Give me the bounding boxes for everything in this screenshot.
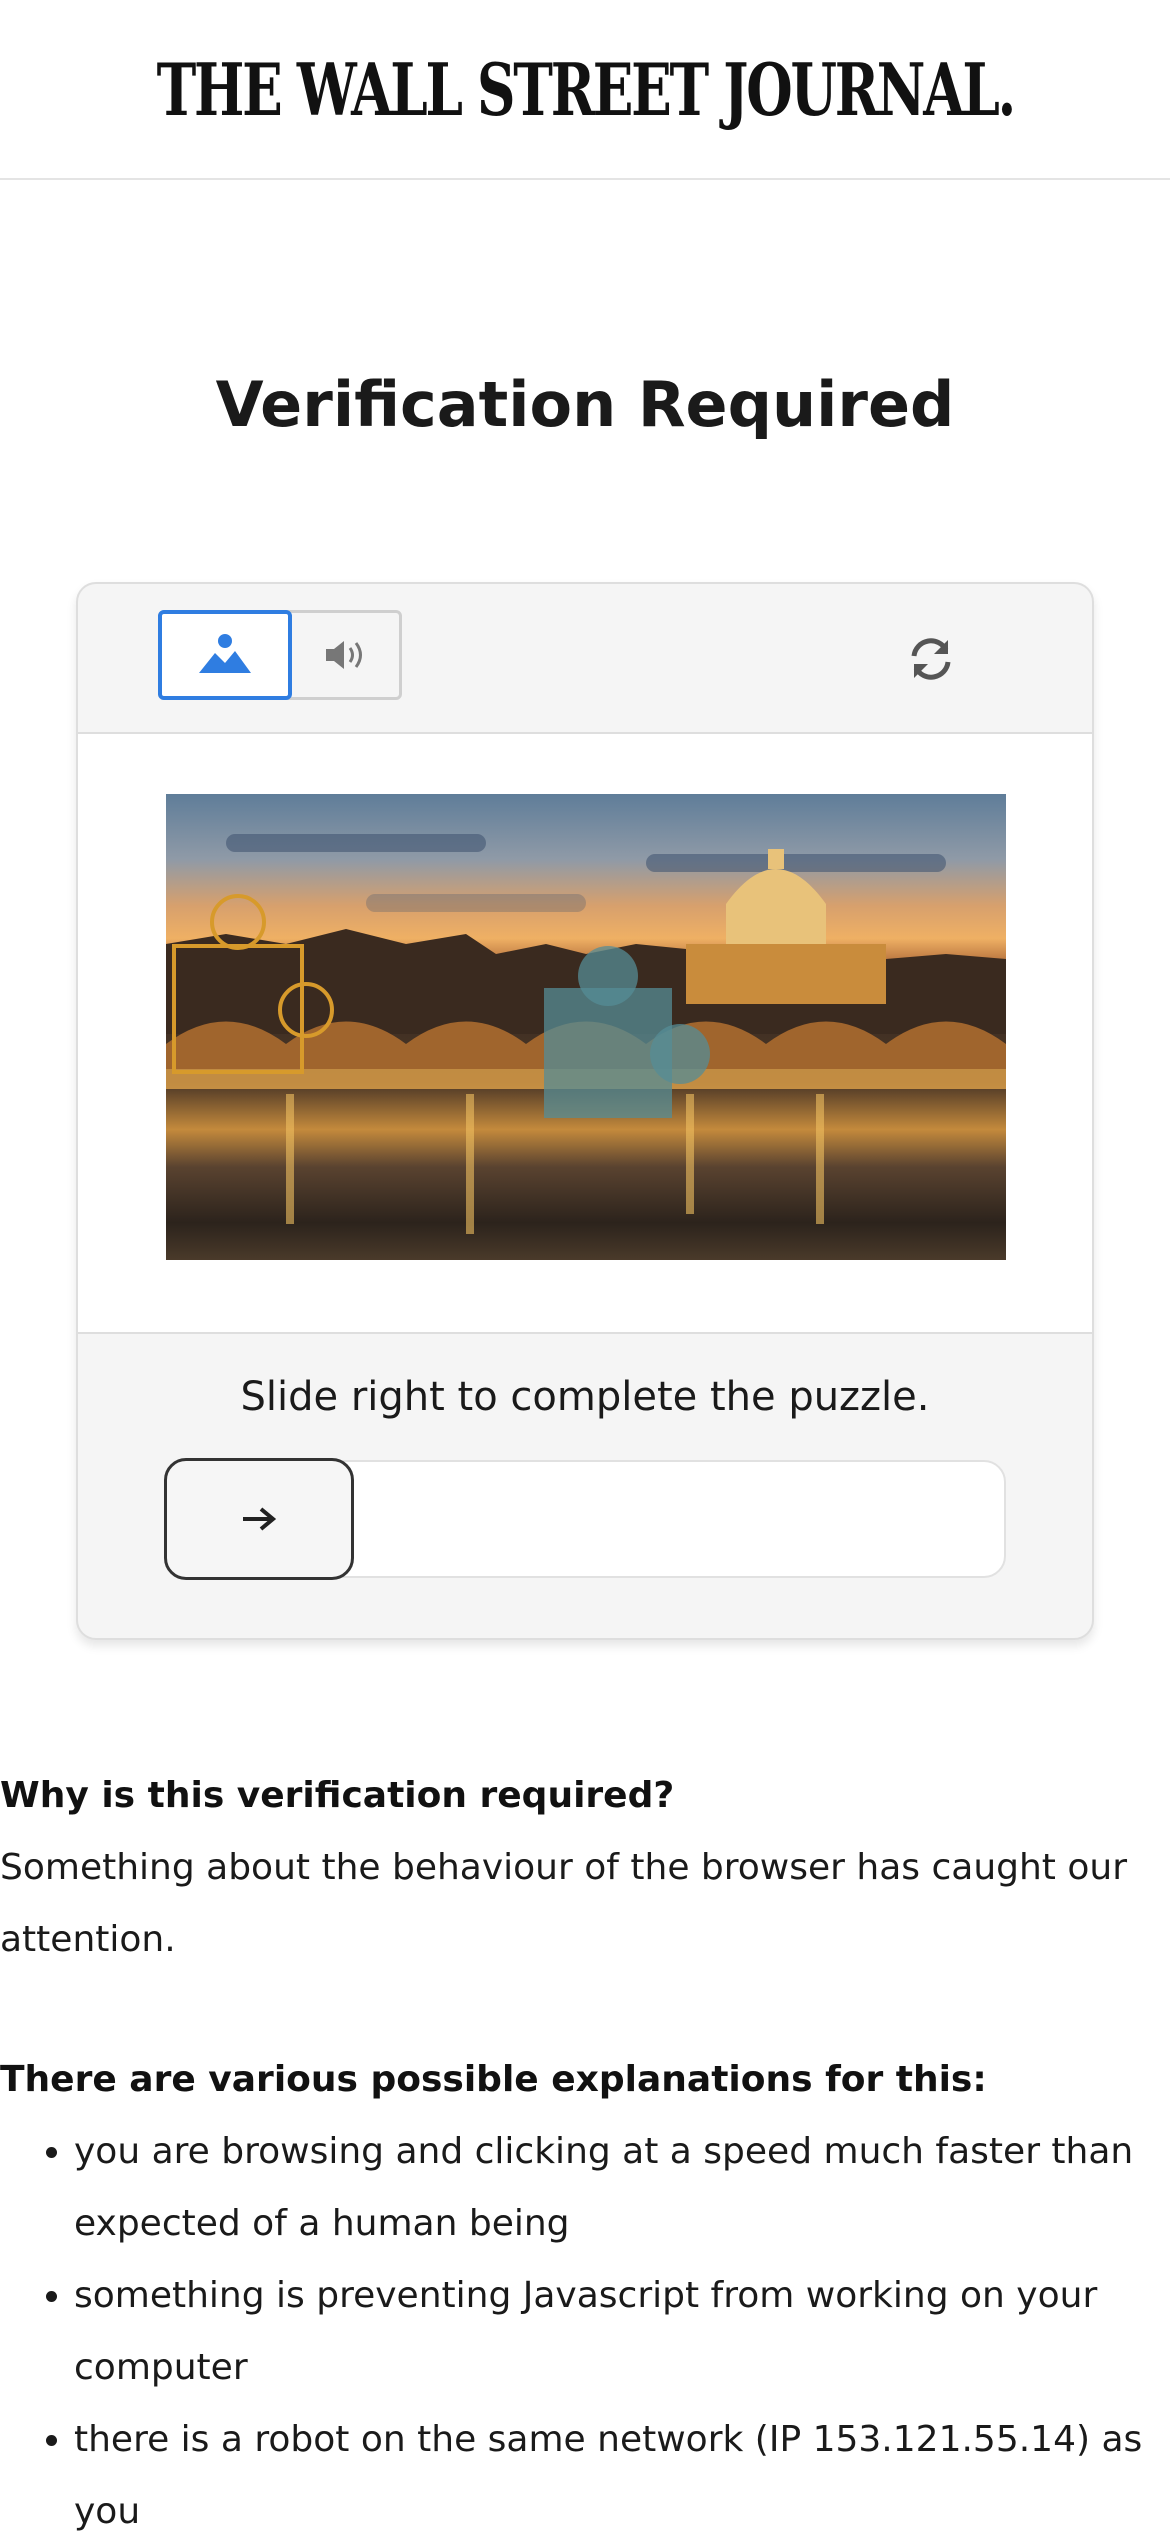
captcha-widget: Slide right to complete the puzzle. <box>76 582 1094 1640</box>
masthead: THE WALL STREET JOURNAL. <box>0 0 1170 180</box>
captcha-mode-toggle <box>158 610 402 700</box>
puzzle-slot-knob <box>650 1024 710 1084</box>
verification-info: Why is this verification required? Somet… <box>0 1760 1170 2548</box>
reasons-list: you are browsing and clicking at a speed… <box>0 2116 1170 2548</box>
speaker-icon <box>326 641 362 669</box>
reasons-heading: There are various possible explanations … <box>0 2059 987 2100</box>
image-mountain-icon <box>199 634 251 673</box>
puzzle-piece-knob <box>278 982 334 1038</box>
arrow-right-icon <box>243 1507 277 1531</box>
wsj-logo: THE WALL STREET JOURNAL. <box>156 46 1016 132</box>
list-item: there is a robot on the same network (IP… <box>74 2404 1170 2548</box>
list-item: you are browsing and clicking at a speed… <box>74 2116 1170 2260</box>
puzzle-image <box>166 794 1006 1260</box>
captcha-footer: Slide right to complete the puzzle. <box>78 1334 1092 1638</box>
why-text: Something about the behaviour of the bro… <box>0 1847 1128 1960</box>
image-mode-button[interactable] <box>158 610 292 700</box>
captcha-toolbar <box>78 584 1092 734</box>
page-title: Verification Required <box>215 368 955 441</box>
refresh-button[interactable] <box>900 628 962 690</box>
audio-mode-button[interactable] <box>292 610 402 700</box>
why-heading: Why is this verification required? <box>0 1775 675 1816</box>
refresh-icon <box>911 638 951 680</box>
puzzle-slot-knob <box>578 946 638 1006</box>
captcha-image-area <box>78 734 1092 1334</box>
list-item: something is preventing Javascript from … <box>74 2260 1170 2404</box>
slider-instruction: Slide right to complete the puzzle. <box>240 1374 930 1420</box>
puzzle-piece-knob <box>210 894 266 950</box>
slider-handle[interactable] <box>164 1458 354 1580</box>
